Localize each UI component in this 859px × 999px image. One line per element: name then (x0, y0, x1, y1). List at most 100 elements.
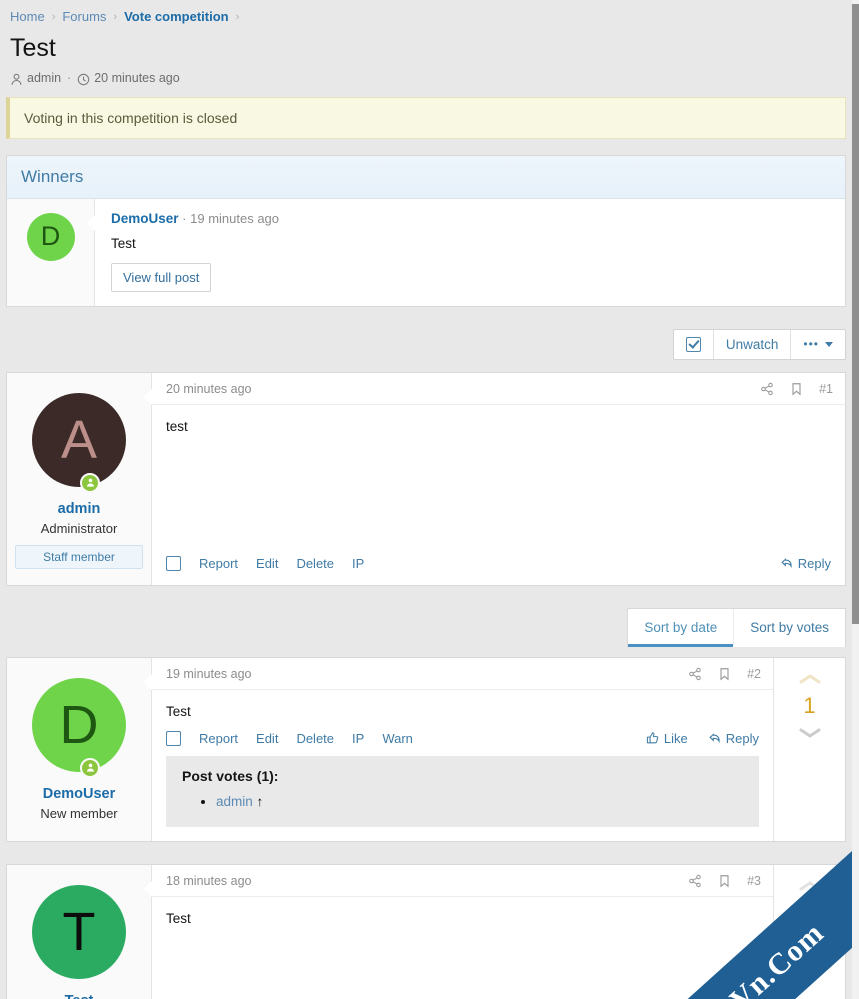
breadcrumb-item-home[interactable]: Home (10, 9, 45, 24)
winner-post-text: Test (111, 235, 136, 251)
post-number[interactable]: #3 (747, 874, 761, 888)
vote-count: 1 (803, 692, 816, 718)
post-body: test (166, 418, 188, 434)
report-link[interactable]: Report (199, 731, 238, 746)
page-title: Test (10, 34, 56, 62)
post-votes-box: Post votes (1): admin ↑ (166, 755, 759, 827)
share-icon[interactable] (760, 382, 774, 396)
online-status-icon (80, 472, 100, 493)
reply-button[interactable]: Reply (780, 556, 831, 571)
vote-column: 1 (773, 657, 845, 841)
post-timestamp[interactable]: 19 minutes ago (166, 667, 251, 681)
bookmark-icon[interactable] (790, 382, 803, 396)
thread-meta: admin · 20 minutes ago (10, 71, 842, 97)
post-number[interactable]: #1 (819, 382, 833, 396)
delete-link[interactable]: Delete (296, 556, 334, 571)
post-header: 19 minutes ago #2 (144, 658, 773, 690)
post-username[interactable]: DemoUser (15, 786, 143, 802)
post-footer: Report Edit Delete IP Reply (152, 544, 845, 585)
meta-separator: · (67, 70, 72, 85)
post-user-panel: A admin Administrator Staff member (7, 372, 152, 585)
edit-link[interactable]: Edit (256, 556, 278, 571)
post-username[interactable]: Test (15, 993, 143, 999)
post-votes-list: admin ↑ (182, 794, 743, 809)
winners-header: Winners (7, 155, 845, 199)
post-user-panel: T Test New member (7, 864, 152, 999)
like-button[interactable]: Like (646, 731, 688, 746)
more-options-button[interactable]: ••• (790, 329, 845, 359)
vertical-scrollbar[interactable] (852, 0, 859, 999)
watch-checkbox-button[interactable] (674, 330, 713, 359)
user-icon (10, 73, 23, 86)
post-timestamp[interactable]: 18 minutes ago (166, 874, 251, 888)
winners-block: Winners D DemoUser · 19 minutes ago Test… (6, 154, 846, 307)
bookmark-icon[interactable] (718, 874, 731, 888)
breadcrumb-separator: › (235, 10, 240, 23)
post-user-title: Administrator (40, 520, 118, 536)
winner-content: DemoUser · 19 minutes ago Test View full… (87, 199, 845, 306)
avatar[interactable]: D (32, 677, 126, 772)
staff-member-badge: Staff member (15, 544, 143, 569)
report-link[interactable]: Report (199, 556, 238, 571)
post-timestamp[interactable]: 20 minutes ago (166, 382, 251, 396)
post-actions: Reply (760, 556, 831, 571)
bookmark-icon[interactable] (718, 667, 731, 681)
winner-username[interactable]: DemoUser (111, 211, 179, 226)
avatar-wrapper: A (32, 392, 126, 493)
breadcrumb: Home › Forums › Vote competition › (0, 0, 852, 32)
thread-author[interactable]: admin (27, 71, 61, 85)
reply-button[interactable]: Reply (708, 731, 759, 746)
post-select-checkbox[interactable] (166, 555, 181, 571)
post-main: 20 minutes ago #1 test Report Edit Delet… (144, 373, 845, 585)
chevron-up-icon[interactable] (797, 672, 823, 686)
like-label: Like (663, 730, 688, 746)
reply-label: Reply (725, 730, 759, 746)
post-1: A admin Administrator Staff member 20 mi… (6, 371, 846, 586)
ip-link[interactable]: IP (352, 731, 364, 746)
avatar-wrapper: T (32, 884, 126, 979)
breadcrumb-item-vote-competition[interactable]: Vote competition (124, 9, 228, 24)
breadcrumb-separator: › (113, 10, 118, 23)
tab-sort-by-date[interactable]: Sort by date (628, 609, 734, 647)
ellipsis-icon: ••• (803, 337, 819, 352)
share-icon[interactable] (688, 667, 702, 681)
post-user-panel: D DemoUser New member (7, 657, 152, 841)
winner-timestamp[interactable]: 19 minutes ago (190, 211, 279, 226)
breadcrumb-separator: › (51, 10, 56, 23)
avatar[interactable]: T (32, 884, 126, 979)
post-username[interactable]: admin (15, 501, 143, 517)
delete-link[interactable]: Delete (296, 731, 334, 746)
share-icon[interactable] (688, 874, 702, 888)
warn-link[interactable]: Warn (382, 731, 413, 746)
ip-link[interactable]: IP (352, 556, 364, 571)
sort-tabs-row: Sort by date Sort by votes (0, 607, 852, 657)
list-item: admin ↑ (216, 794, 743, 809)
thread-timestamp[interactable]: 20 minutes ago (94, 71, 179, 85)
post-main: 18 minutes ago #3 Test Report Edit Delet… (144, 865, 773, 999)
chevron-down-icon[interactable] (797, 726, 823, 740)
post-body: Test (166, 703, 191, 719)
avatar[interactable]: A (32, 392, 126, 487)
view-full-post-button[interactable]: View full post (111, 262, 212, 292)
post-number[interactable]: #2 (747, 667, 761, 681)
post-actions: Like Reply (626, 731, 759, 746)
unwatch-button[interactable]: Unwatch (712, 329, 791, 359)
voting-closed-notice: Voting in this competition is closed (6, 96, 846, 139)
page-root: Home › Forums › Vote competition › Test … (0, 0, 852, 999)
avatar[interactable]: D (26, 212, 75, 261)
tab-sort-by-votes[interactable]: Sort by votes (733, 608, 845, 647)
scrollbar-thumb[interactable] (852, 4, 859, 624)
sort-tabs: Sort by date Sort by votes (627, 607, 846, 647)
clock-icon (77, 73, 90, 86)
thread-header: Test admin · 20 minutes ago (0, 34, 852, 97)
voter-name[interactable]: admin (216, 794, 253, 809)
breadcrumb-item-forums[interactable]: Forums (62, 9, 106, 24)
edit-link[interactable]: Edit (256, 731, 278, 746)
post-main: 19 minutes ago #2 Test Report Edit Delet… (144, 658, 773, 841)
post-container: A admin Administrator Staff member 20 mi… (0, 371, 852, 586)
checkbox-checked-icon (685, 336, 701, 352)
watch-button-group: Unwatch ••• (672, 328, 846, 360)
post-footer: Report Edit Delete IP Warn Like Reply (152, 719, 773, 754)
post-body: Test (166, 910, 191, 926)
post-select-checkbox[interactable] (166, 730, 181, 746)
